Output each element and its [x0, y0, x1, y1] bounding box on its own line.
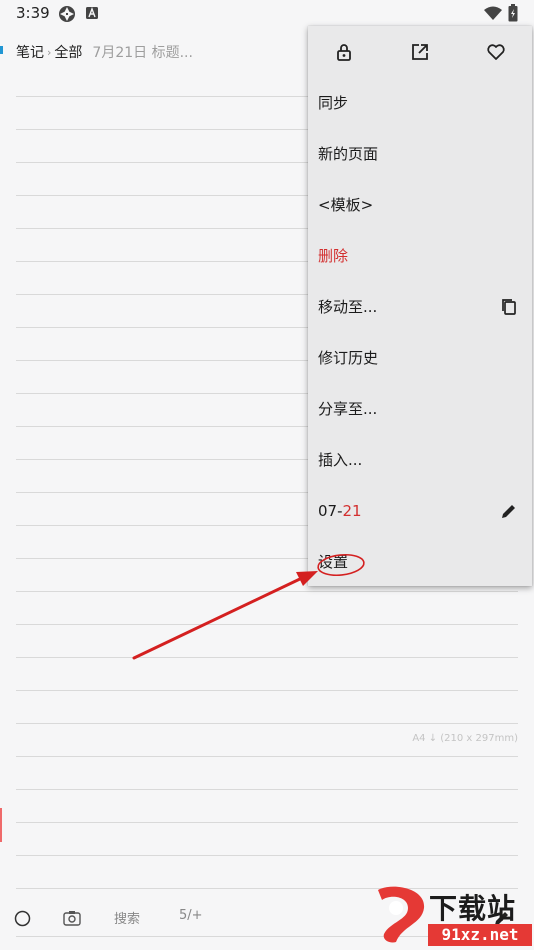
menu-item-insert[interactable]: 插入... — [308, 435, 532, 486]
ruled-line — [16, 690, 518, 691]
menu-icon-row — [308, 26, 532, 78]
search-button[interactable]: 搜索 — [114, 908, 140, 927]
menu-item-label: 分享至... — [318, 400, 378, 418]
overflow-menu: 同步 新的页面 <模板> 删除 移动至... 修订历史 分享至... 插入...… — [308, 26, 532, 586]
aperture-icon — [59, 6, 75, 22]
breadcrumb-separator: › — [47, 45, 52, 59]
status-time: 3:39 — [16, 4, 50, 22]
menu-item-label: <模板> — [318, 196, 374, 214]
breadcrumb-section[interactable]: 全部 — [54, 42, 82, 62]
menu-item-settings[interactable]: 设置 — [308, 537, 532, 588]
ruled-line — [16, 822, 518, 823]
battery-icon — [508, 4, 518, 22]
ruled-line — [16, 624, 518, 625]
lock-icon[interactable] — [334, 42, 354, 62]
ruled-line — [16, 591, 518, 592]
page-counter[interactable]: 5/+ — [179, 908, 203, 923]
menu-item-label: 插入... — [318, 451, 363, 469]
date-prefix: 07- — [318, 502, 343, 520]
menu-item-sync[interactable]: 同步 — [308, 78, 532, 129]
accent-mark — [0, 46, 3, 54]
menu-item-label: 删除 — [318, 247, 349, 265]
date-highlight: 21 — [342, 502, 362, 520]
status-bar: 3:39 — [0, 0, 534, 28]
menu-item-revision-history[interactable]: 修订历史 — [308, 333, 532, 384]
menu-item-move-to[interactable]: 移动至... — [308, 282, 532, 333]
paper-size-label: A4 ↓ (210 x 297mm) — [412, 733, 518, 744]
breadcrumb-notebook[interactable]: 笔记 — [16, 42, 44, 62]
menu-item-label: 移动至... — [318, 298, 378, 316]
menu-item-label: 设置 — [318, 553, 349, 571]
copy-icon[interactable] — [500, 298, 518, 316]
camera-icon[interactable] — [63, 910, 81, 926]
menu-item-template[interactable]: <模板> — [308, 180, 532, 231]
menu-item-label: 同步 — [318, 94, 349, 112]
ruled-line — [16, 657, 518, 658]
menu-item-new-page[interactable]: 新的页面 — [308, 129, 532, 180]
page-title[interactable]: 7月21日 标题... — [92, 42, 193, 62]
menu-item-date[interactable]: 07-21 — [308, 486, 532, 537]
ruled-line — [16, 789, 518, 790]
arrow-annotation — [132, 571, 318, 660]
watermark-title: 下载站 — [429, 892, 517, 925]
heart-icon[interactable] — [486, 42, 506, 62]
wifi-icon — [484, 6, 502, 20]
watermark-url: 91xz.net — [428, 924, 532, 946]
menu-item-delete[interactable]: 删除 — [308, 231, 532, 282]
record-circle-icon[interactable] — [14, 910, 31, 927]
font-a-icon — [86, 7, 98, 19]
page-edge-marker — [0, 808, 2, 842]
open-external-icon[interactable] — [410, 42, 430, 62]
pencil-icon[interactable] — [500, 502, 518, 520]
breadcrumb: 笔记 › 全部 7月21日 标题... — [16, 42, 193, 62]
menu-item-label: 修订历史 — [318, 349, 379, 367]
ruled-line — [16, 855, 518, 856]
ruled-line — [16, 756, 518, 757]
menu-item-label: 新的页面 — [318, 145, 379, 163]
ruled-line — [16, 723, 518, 724]
menu-item-share-to[interactable]: 分享至... — [308, 384, 532, 435]
